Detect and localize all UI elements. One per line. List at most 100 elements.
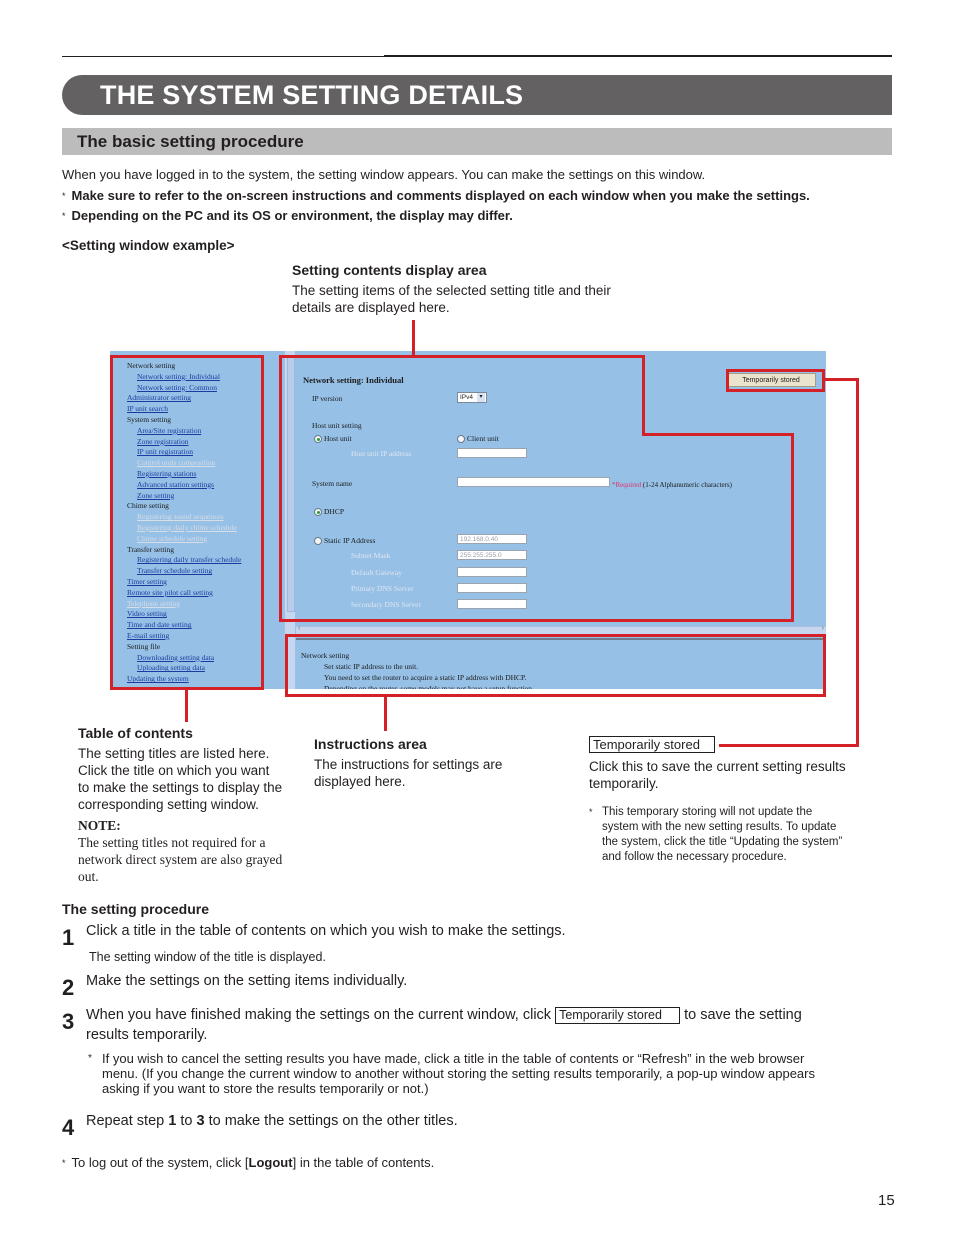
- temp-stored-label-box: Temporarily stored: [589, 736, 715, 753]
- contents-area-title: Setting contents display area: [292, 262, 487, 278]
- intro-bullet: * Make sure to refer to the on-screen ins…: [62, 188, 810, 204]
- toc-note-body: The setting titles not required for a ne…: [78, 834, 282, 885]
- step-subtext: The setting window of the title is displ…: [89, 950, 326, 964]
- contents-box-edge: [279, 355, 282, 622]
- primary-dns-input[interactable]: [457, 583, 527, 593]
- section-title: The basic setting procedure: [77, 132, 304, 151]
- dhcp-radio[interactable]: DHCP: [314, 507, 344, 517]
- page-number: 15: [878, 1192, 895, 1209]
- step-text: Make the settings on the setting items i…: [86, 973, 408, 989]
- step-note: * If you wish to cancel the setting resu…: [88, 1051, 815, 1096]
- subnet-mask-label: Subnet Mask: [351, 551, 391, 560]
- step-text-part: to make the settings on the other titles…: [204, 1113, 458, 1129]
- callout-line: temporarily.: [589, 776, 659, 791]
- footnote-bold: Logout: [248, 1155, 293, 1170]
- top-rule-thick: [384, 55, 892, 57]
- callout-line: corresponding setting window.: [78, 797, 259, 812]
- default-gateway-input[interactable]: [457, 567, 527, 577]
- step-text: When you have finished making the settin…: [86, 1006, 802, 1025]
- scroll-right-icon[interactable]: ›: [822, 625, 824, 632]
- example-label: <Setting window example>: [62, 238, 235, 253]
- step-number: 1: [62, 925, 75, 950]
- host-unit-ip-label: Host unit IP address: [351, 449, 412, 458]
- callout-line: The instructions for settings are: [314, 757, 503, 772]
- callout-line: The setting titles are listed here.: [78, 746, 270, 761]
- bullet-mark: *: [62, 191, 66, 201]
- toc-callout-title: Table of contents: [78, 725, 193, 741]
- temp-stored-label: Temporarily stored: [589, 736, 715, 753]
- radio-empty-icon: [457, 435, 465, 444]
- scroll-left-icon[interactable]: ‹: [298, 625, 300, 632]
- step-text: Click a title in the table of contents o…: [86, 923, 566, 939]
- note-line: and follow the necessary procedure.: [602, 851, 787, 863]
- radio-selected-icon: [314, 508, 322, 517]
- note-label: NOTE:: [78, 818, 121, 833]
- temp-stored-inline-label: Temporarily stored: [555, 1007, 681, 1024]
- step-number: 3: [62, 1009, 75, 1034]
- note-line: out.: [78, 869, 99, 884]
- host-unit-ip-input[interactable]: [457, 448, 527, 458]
- temp-stored-note: * This temporary storing will not update…: [589, 805, 842, 865]
- note-line: This temporary storing will not update t…: [602, 806, 813, 818]
- intro-text: When you have logged in to the system, t…: [62, 167, 706, 182]
- contents-area-body: The setting items of the selected settin…: [292, 282, 611, 316]
- note-line: the system, click the title “Updating th…: [602, 836, 843, 848]
- primary-dns-label: Primary DNS Server: [351, 584, 414, 593]
- static-ip-radio[interactable]: Static IP Address: [314, 536, 375, 546]
- callout-line: The setting items of the selected settin…: [292, 283, 611, 298]
- secondary-dns-input[interactable]: [457, 599, 527, 609]
- contents-box-edge: [791, 433, 794, 622]
- footnote-text: ] in the table of contents.: [292, 1155, 435, 1170]
- toc-highlight-box: [110, 355, 264, 690]
- note-mark: *: [589, 807, 593, 817]
- callout-line: Click this to save the current setting r…: [589, 759, 846, 774]
- step-number: 4: [62, 1115, 75, 1140]
- temp-stored-connector: [719, 744, 859, 747]
- note-line: menu. (If you change the current window …: [102, 1066, 815, 1081]
- default-gateway-label: Default Gateway: [351, 568, 403, 577]
- toc-connector: [185, 690, 188, 722]
- contents-box-edge: [642, 433, 794, 436]
- radio-empty-icon: [314, 537, 322, 546]
- subnet-mask-input[interactable]: 255.255.255.0: [457, 550, 527, 560]
- step-number: 2: [62, 975, 75, 1000]
- step-text: Repeat step 1 to 3 to make the settings …: [86, 1112, 458, 1131]
- step-text-line2: results temporarily.: [86, 1027, 208, 1043]
- note-line: system with the new setting results. To …: [602, 821, 837, 833]
- procedure-title: The setting procedure: [62, 901, 210, 917]
- system-name-label: System name: [312, 479, 353, 488]
- instructions-connector: [384, 697, 387, 731]
- radio-selected-icon: [314, 435, 322, 444]
- system-name-input[interactable]: [457, 477, 610, 487]
- instructions-callout-title: Instructions area: [314, 736, 427, 752]
- static-ip-input[interactable]: 192.168.0.40: [457, 534, 527, 544]
- note-mark: *: [88, 1053, 92, 1064]
- temp-stored-highlight-box: [726, 369, 825, 392]
- intro-bullet: * Depending on the PC and its OS or envir…: [62, 208, 513, 224]
- temp-stored-callout-body: Click this to save the current setting r…: [589, 758, 846, 792]
- required-hint-text: (1-24 Alphanumeric characters): [641, 481, 732, 489]
- instructions-callout-body: The instructions for settings are displa…: [314, 756, 502, 790]
- top-rule-thin: [62, 56, 384, 57]
- callout-line: details are displayed here.: [292, 300, 450, 315]
- callout-line: displayed here.: [314, 774, 406, 789]
- step-text-part: Repeat step: [86, 1113, 169, 1129]
- step-text-part: to save the setting: [684, 1007, 802, 1023]
- temp-stored-connector: [856, 378, 859, 747]
- bullet-text: Depending on the PC and its OS or enviro…: [71, 208, 513, 223]
- note-line: The setting titles not required for a: [78, 835, 266, 850]
- note-line: asking if you want to store the results …: [102, 1081, 429, 1096]
- logout-footnote: * To log out of the system, click [Logout…: [62, 1155, 434, 1171]
- temp-stored-connector: [825, 378, 859, 381]
- step-text-part: to: [176, 1113, 197, 1129]
- radio-label: Static IP Address: [324, 536, 376, 545]
- contents-box-edge: [642, 355, 645, 436]
- step-ref: 3: [196, 1113, 205, 1129]
- step-text-part: When you have finished making the settin…: [86, 1007, 552, 1023]
- radio-label: DHCP: [324, 507, 345, 516]
- page-title: THE SYSTEM SETTING DETAILS: [100, 80, 524, 110]
- contents-connector: [412, 320, 415, 356]
- callout-line: Click the title on which you want: [78, 763, 270, 778]
- toc-callout-body: The setting titles are listed here. Clic…: [78, 745, 282, 813]
- instructions-highlight-box: [285, 634, 826, 697]
